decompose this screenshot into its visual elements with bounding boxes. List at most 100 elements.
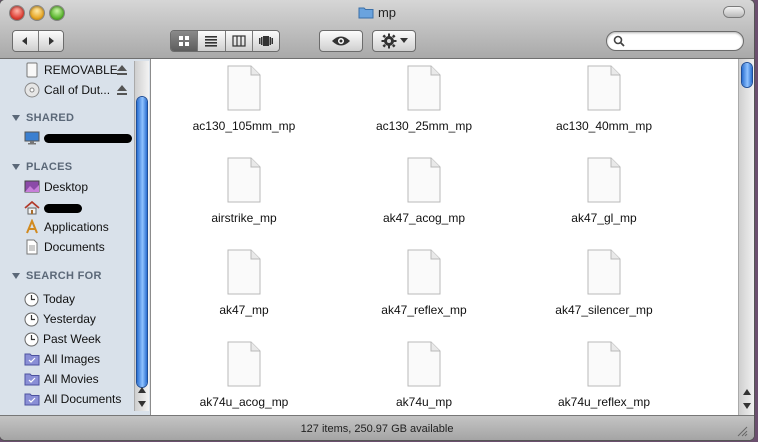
file-item[interactable]: ak74u_mp: [339, 341, 509, 415]
document-icon: [227, 341, 261, 387]
file-name: ac130_105mm_mp: [192, 119, 296, 133]
sidebar-item-label: Desktop: [44, 180, 89, 194]
file-item[interactable]: ac130_40mm_mp: [519, 65, 689, 145]
scroll-arrows-icon[interactable]: [740, 385, 754, 413]
sidebar-item-all-images[interactable]: All Images: [24, 350, 100, 368]
resize-grip-icon[interactable]: [736, 425, 748, 437]
list-view-button[interactable]: [198, 31, 226, 51]
sidebar-item-label: Call of Dut...: [44, 83, 111, 97]
scroll-arrows-icon[interactable]: [135, 383, 149, 411]
sidebar-item-home[interactable]: [24, 199, 82, 217]
sidebar-item-desktop[interactable]: Desktop: [24, 178, 88, 196]
file-item[interactable]: ac130_105mm_mp: [159, 65, 329, 145]
home-icon: [24, 200, 40, 215]
sidebar-item-label: Applications: [44, 220, 109, 234]
clock-icon: [24, 312, 39, 326]
list-view-icon: [205, 36, 218, 47]
sidebar-item-today[interactable]: Today: [24, 290, 75, 308]
column-view-button[interactable]: [225, 31, 253, 51]
search-input[interactable]: [629, 34, 743, 48]
file-item[interactable]: ak47_silencer_mp: [519, 249, 689, 329]
sidebar-item-all-documents[interactable]: All Documents: [24, 390, 121, 408]
sidebar-item-call-of-duty[interactable]: Call of Dut...: [24, 81, 110, 99]
toolbar-toggle-button[interactable]: [724, 7, 744, 17]
coverflow-view-button[interactable]: [252, 31, 279, 51]
window-title: mp: [0, 5, 754, 20]
sidebar-item-documents[interactable]: Documents: [24, 238, 105, 256]
forward-button[interactable]: [38, 31, 63, 51]
sidebar-item-label: Today: [43, 292, 76, 306]
toolbar: mp: [0, 0, 754, 59]
sidebar-item-label: All Movies: [44, 372, 99, 386]
eject-icon[interactable]: [116, 64, 128, 76]
sidebar-item-shared-computer[interactable]: [24, 129, 132, 147]
sidebar-item-past-week[interactable]: Past Week: [24, 330, 101, 348]
main-scroll-thumb[interactable]: [742, 63, 752, 87]
file-item[interactable]: ak74u_acog_mp: [159, 341, 329, 415]
sidebar-item-label: Yesterday: [43, 312, 96, 326]
sidebar-heading-search-for[interactable]: SEARCH FOR: [12, 268, 102, 284]
desktop-icon: [24, 180, 40, 193]
document-icon: [587, 157, 621, 203]
sidebar-item-applications[interactable]: Applications: [24, 218, 109, 236]
document-icon: [407, 65, 441, 111]
quicklook-button[interactable]: [319, 30, 363, 52]
sidebar: REMOVABLE Call of Dut... SHARED PLACES D…: [0, 59, 151, 415]
document-icon: [227, 65, 261, 111]
file-item[interactable]: ak47_acog_mp: [339, 157, 509, 237]
document-icon: [227, 157, 261, 203]
sidebar-heading-places[interactable]: PLACES: [12, 159, 72, 175]
sidebar-item-all-movies[interactable]: All Movies: [24, 370, 99, 388]
sidebar-heading-shared[interactable]: SHARED: [12, 110, 74, 126]
smart-folder-icon: [24, 353, 40, 366]
search-icon: [613, 35, 625, 47]
sidebar-item-label: REMOVABLE: [44, 63, 118, 77]
status-bar: 127 items, 250.97 GB available: [0, 415, 754, 440]
back-button[interactable]: [13, 31, 39, 51]
file-item[interactable]: ak47_reflex_mp: [339, 249, 509, 329]
file-item[interactable]: ak74u_reflex_mp: [519, 341, 689, 415]
coverflow-view-icon: [258, 36, 273, 46]
sidebar-item-label: All Documents: [44, 392, 122, 406]
disclosure-triangle-icon: [12, 273, 20, 279]
file-name: ak74u_reflex_mp: [557, 395, 651, 409]
disclosure-triangle-icon: [12, 115, 20, 121]
clock-icon: [24, 332, 39, 346]
sidebar-scroll-thumb[interactable]: [137, 97, 147, 387]
window-title-text: mp: [377, 5, 397, 20]
finder-window: mp REMOVABLE Call of Dut... SHARED PLACE…: [0, 0, 754, 440]
sidebar-item-removable[interactable]: REMOVABLE: [24, 61, 118, 79]
folder-icon: [358, 7, 374, 19]
file-name: ac130_40mm_mp: [555, 119, 653, 133]
computer-icon: [24, 131, 40, 145]
file-name: ak47_silencer_mp: [555, 303, 653, 317]
nav-buttons: [12, 30, 64, 52]
document-icon: [587, 341, 621, 387]
file-name: ac130_25mm_mp: [375, 119, 473, 133]
file-item[interactable]: ak47_gl_mp: [519, 157, 689, 237]
file-browser: ac130_105mm_mp ac130_25mm_mp ac130_40mm_mp…: [151, 59, 754, 415]
smart-folder-icon: [24, 393, 40, 406]
documents-icon: [26, 239, 38, 255]
eject-icon[interactable]: [116, 84, 128, 96]
main-scrollbar[interactable]: [738, 59, 754, 415]
disclosure-triangle-icon: [12, 164, 20, 170]
file-name: ak74u_acog_mp: [199, 395, 289, 409]
file-item[interactable]: ak47_mp: [159, 249, 329, 329]
column-view-icon: [232, 35, 246, 47]
document-icon: [407, 341, 441, 387]
eye-icon: [332, 36, 350, 46]
file-item[interactable]: ac130_25mm_mp: [339, 65, 509, 145]
file-name: ak47_reflex_mp: [381, 303, 467, 317]
view-mode-control: [170, 30, 280, 52]
sidebar-item-yesterday[interactable]: Yesterday: [24, 310, 96, 328]
file-name: ak47_mp: [219, 303, 269, 317]
redacted-name: [44, 203, 82, 213]
sidebar-scrollbar[interactable]: [134, 61, 149, 411]
search-field[interactable]: [606, 31, 744, 51]
file-name: ak74u_mp: [395, 395, 453, 409]
icon-view-button[interactable]: [171, 31, 199, 51]
file-item[interactable]: airstrike_mp: [159, 157, 329, 237]
document-icon: [587, 65, 621, 111]
action-menu-button[interactable]: [372, 30, 416, 52]
